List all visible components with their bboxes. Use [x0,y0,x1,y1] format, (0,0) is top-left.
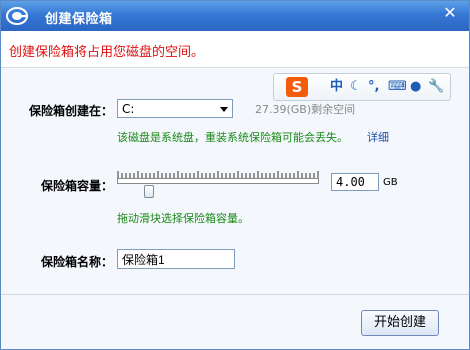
location-label: 保险箱创建在： [29,104,114,118]
title-bar[interactable]: 创建保险箱 ✕ [1,1,469,31]
free-space-text: 27.39(GB)剩余空间 [255,103,356,116]
app-logo-icon [6,7,28,25]
details-link[interactable]: 详细 [367,129,389,145]
drive-select[interactable]: C: [117,99,233,118]
close-button[interactable]: ✕ [437,3,463,23]
ime-toolbar[interactable]: S 中 ☾ °, ⌨ ● 🔧 [273,73,451,101]
capacity-label: 保险箱容量： [41,179,114,193]
capacity-hint: 拖动滑块选择保险箱容量。 [117,212,249,225]
footer-divider [1,294,469,295]
capacity-unit: GB [383,177,398,188]
keyboard-icon[interactable]: ⌨ [388,79,407,95]
slider-track[interactable] [117,178,319,184]
chevron-down-icon[interactable] [220,107,228,112]
vault-name-input[interactable] [117,249,235,269]
moon-icon[interactable]: ☾ [350,79,362,95]
window-title: 创建保险箱 [45,12,113,27]
system-disk-warning: 该磁盘是系统盘，重装系统保险箱可能会丢失。 [117,131,348,144]
wrench-icon[interactable]: 🔧 [428,79,444,95]
name-label: 保险箱名称： [41,255,114,269]
start-create-button[interactable]: 开始创建 [361,310,439,336]
punctuation-icon[interactable]: °, [368,79,379,95]
capacity-slider[interactable] [117,171,319,199]
capacity-input[interactable] [331,173,379,191]
slider-thumb[interactable] [143,185,154,198]
create-vault-dialog: 创建保险箱 ✕ 创建保险箱将占用您磁盘的空间。 S 中 ☾ °, ⌨ ● 🔧 保… [0,0,470,350]
user-icon[interactable]: ● [410,79,421,95]
chinese-mode-icon[interactable]: 中 [330,79,343,95]
header-band: 创建保险箱将占用您磁盘的空间。 [1,31,469,68]
header-message: 创建保险箱将占用您磁盘的空间。 [9,45,205,60]
sogou-logo-icon[interactable]: S [286,77,308,97]
drive-select-value: C: [122,102,135,116]
